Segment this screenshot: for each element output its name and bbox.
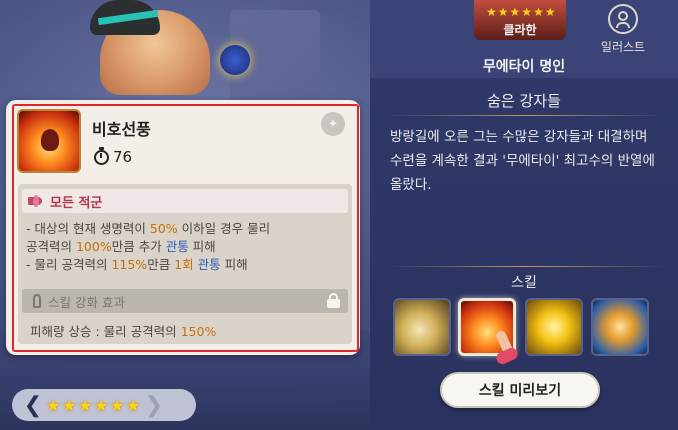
stopwatch-icon [94,146,109,165]
desc-text: 만큼 [147,257,175,272]
skill-cooldown: 76 [94,146,133,166]
portrait-icon [608,4,638,34]
character-portrait [60,0,280,100]
desc-text: 피해 [188,239,216,254]
enhance-description: 피해량 상승 : 물리 공격력의 150% [30,321,216,340]
desc-text: 공격력의 [26,239,76,254]
illustration-button[interactable]: 일러스트 [596,4,650,54]
pin-button[interactable]: ✦ [321,112,345,136]
lore-divider [388,115,666,116]
desc-text: 피해 [220,257,248,272]
desc-text: - 대상의 현재 생명력이 [26,221,150,236]
star-icon: ★ [94,395,109,415]
desc-text: 만큼 추가 [111,239,166,254]
skill-divider [388,266,666,267]
desc-value: 50% [149,221,178,236]
skill-name: 비호선풍 [92,120,151,139]
club-star-rating: ★ ★ ★ ★ ★ ★ [486,6,556,18]
enhance-value: 150% [180,324,217,339]
lore-title: 숨은 강자들 [487,92,561,110]
target-label: 모든 적군 [50,195,103,211]
target-bar: 모든 적군 [22,189,348,213]
star-icon: ★ [78,395,93,415]
pierce-keyword: 관통 [197,257,221,272]
star-icon: ★ [46,395,61,415]
skill-preview-button[interactable]: 스킬 미리보기 [440,372,600,408]
star-icon: ★ [110,395,125,415]
skill-enhance-bar[interactable]: 스킬 강화 효과 [22,289,348,313]
star-icon: ★ [62,395,77,415]
star-icon: ★ [509,5,521,19]
desc-line-3: - 물리 공격력의 115%만큼 1회 관통 피해 [26,256,346,274]
prev-grade-arrow[interactable]: ❮ [20,393,46,418]
desc-value: 115% [111,257,148,272]
desc-text: 이하일 경우 물리 [177,221,271,236]
cooldown-value: 76 [113,148,133,166]
skill-slot-4[interactable] [591,298,649,356]
lore-text: 방랑길에 오른 그는 수많은 강자들과 대결하며 수련을 계속한 결과 '무에타… [390,129,655,193]
club-name: 클라한 [503,23,537,37]
star-icon: ★ [486,5,497,19]
skill-slot-3[interactable] [525,298,583,356]
star-icon: ★ [533,5,544,19]
desc-line-1: - 대상의 현재 생명력이 50% 이하일 경우 물리 [26,220,346,238]
boxing-glove-icon [220,45,250,75]
star-icon: ★ [497,5,509,19]
next-grade-arrow[interactable]: ❯ [141,393,167,418]
enhance-icon [32,294,42,308]
star-icon: ★ [521,5,533,19]
star-grade-selector: ❮ ★ ★ ★ ★ ★ ★ ❯ [12,389,196,421]
star-icon: ★ [544,5,556,19]
star-rating: ★ ★ ★ ★ ★ ★ [46,395,141,415]
desc-value: 100% [75,239,112,254]
pointer-hand-icon [492,330,524,366]
desc-line-2: 공격력의 100%만큼 추가 관통 피해 [26,238,346,256]
pin-icon: ✦ [327,116,339,132]
target-enemy-icon [28,195,44,207]
character-title: 무에타이 명인 [482,59,566,75]
skill-slot-1[interactable] [393,298,451,356]
enhance-label: 스킬 강화 효과 [48,294,125,310]
skill-description: - 대상의 현재 생명력이 50% 이하일 경우 물리 공격력의 100%만큼 … [26,220,346,274]
desc-text: - 물리 공격력의 [26,257,112,272]
star-icon: ★ [126,395,141,415]
lock-icon [327,293,340,308]
illustration-label: 일러스트 [600,40,646,54]
hit-count: 1회 [174,257,194,272]
skill-icon-tiger-whirlwind [17,109,81,173]
enhance-text: 피해량 상승 : 물리 공격력의 [30,324,181,339]
pierce-keyword: 관통 [165,239,189,254]
skill-section-title: 스킬 [511,275,537,291]
